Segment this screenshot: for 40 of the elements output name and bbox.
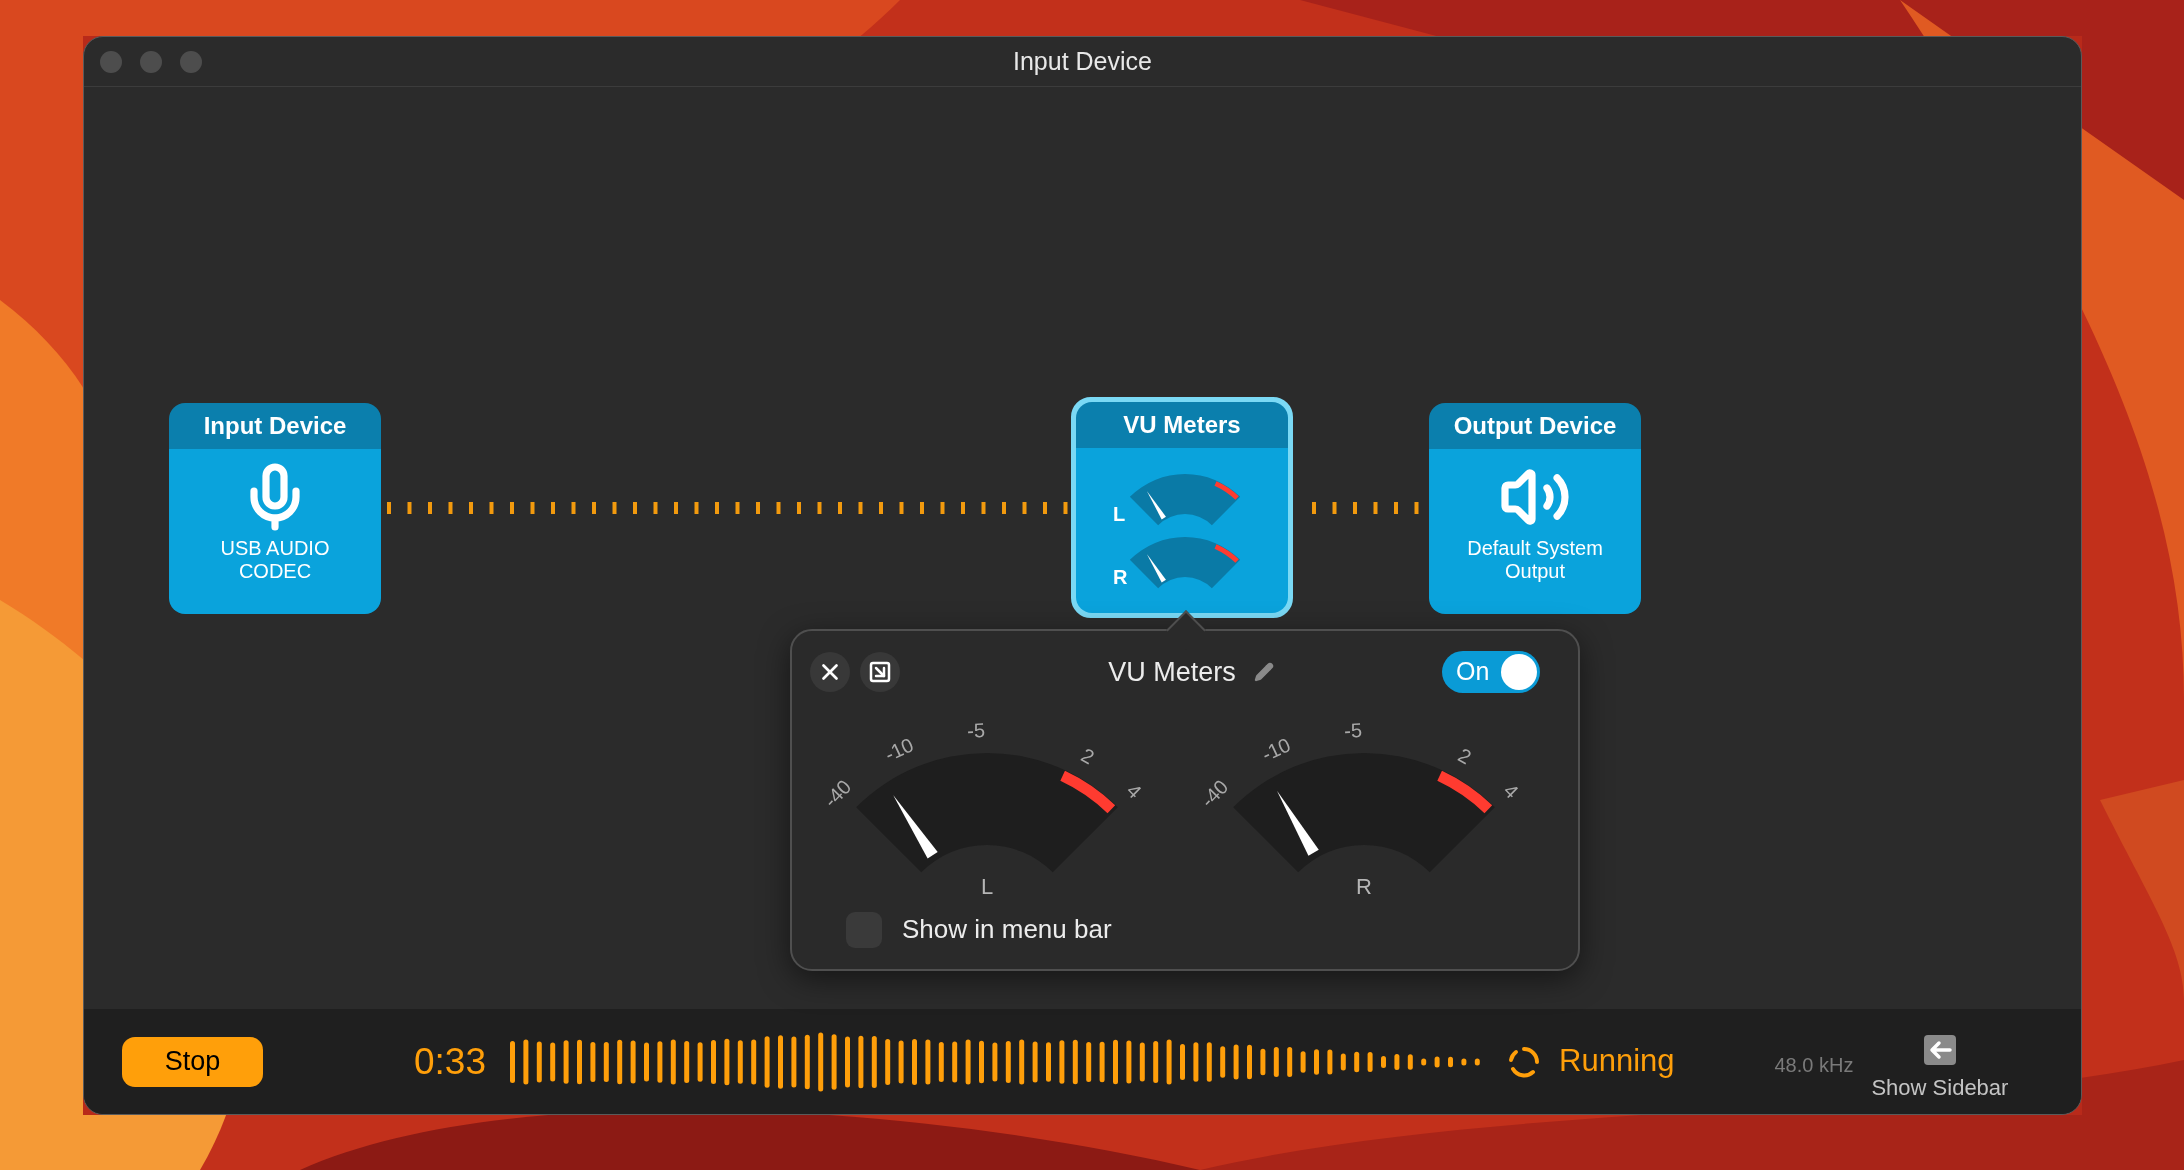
node-label: USB AUDIO CODEC [219, 537, 331, 583]
node-title: Input Device [169, 403, 381, 449]
scale-label: 4 [1499, 779, 1523, 803]
scale-label: -10 [881, 733, 917, 766]
channel-label: R [1113, 566, 1129, 587]
scale-label: -5 [1343, 718, 1363, 742]
checkbox-label: Show in menu bar [902, 913, 1112, 946]
elapsed-time: 0:33 [414, 1039, 486, 1084]
scale-label: 2 [1454, 743, 1476, 769]
audio-node[interactable]: VU Meters L R [1071, 397, 1293, 618]
close-button[interactable] [810, 652, 850, 692]
stop-button[interactable]: Stop [122, 1036, 263, 1087]
pencil-icon[interactable] [1253, 662, 1274, 682]
node-title: VU Meters [1076, 402, 1288, 448]
window-close-control[interactable] [100, 50, 122, 73]
node-label: Default System Output [1466, 537, 1604, 583]
sample-rate: 48.0 kHz [1774, 1052, 1854, 1078]
window-zoom-control[interactable] [180, 50, 202, 73]
scale-label: -10 [1258, 733, 1294, 766]
scale-label: 4 [1122, 779, 1146, 803]
channel-label: R [1356, 874, 1372, 898]
vu-meter-icon [1129, 472, 1241, 526]
progress-ring-icon [1507, 1044, 1541, 1079]
channel-label: L [980, 874, 994, 898]
window-minimize-control[interactable] [140, 50, 162, 73]
arrow-left-icon [1923, 1035, 1956, 1065]
show-sidebar-button[interactable]: Show Sidebar [1871, 1035, 2009, 1104]
status-text: Running [1559, 1042, 1675, 1081]
arrow-box-icon [868, 660, 892, 684]
node-title: Output Device [1429, 403, 1641, 449]
popover-title: VU Meters [1108, 655, 1236, 689]
channel-label: L [1113, 503, 1127, 524]
scale-label: 2 [1077, 743, 1099, 769]
vu-meter-icon [1129, 535, 1241, 589]
window-title: Input Device [1013, 45, 1152, 77]
scale-label: -40 [1196, 775, 1233, 812]
scale-label: -40 [819, 775, 856, 812]
scale-label: -5 [966, 718, 986, 742]
toggle-switch[interactable]: On [1442, 651, 1540, 693]
detach-button[interactable] [860, 652, 900, 692]
